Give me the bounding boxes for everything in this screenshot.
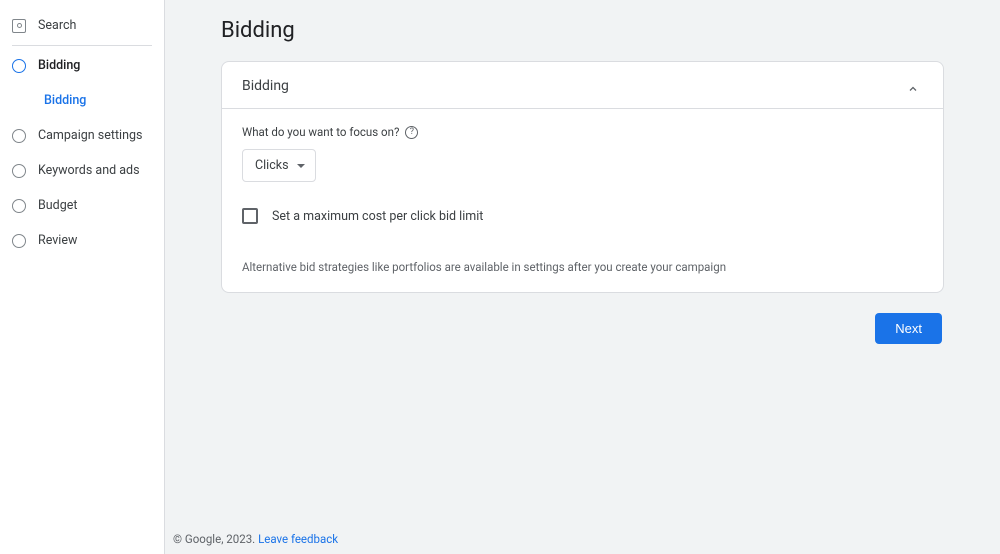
sidebar-item-review[interactable]: Review — [0, 223, 164, 258]
card-header-title: Bidding — [242, 78, 289, 94]
search-icon — [12, 19, 26, 33]
main-content: Bidding Bidding What do you want to focu… — [165, 0, 1000, 554]
sidebar: Search Bidding Bidding Campaign settings… — [0, 0, 165, 554]
page-title: Bidding — [221, 18, 944, 43]
sidebar-label-bidding: Bidding — [38, 58, 80, 73]
sidebar-label-keywords: Keywords and ads — [38, 163, 140, 178]
divider — [12, 45, 152, 46]
sidebar-subitem-bidding[interactable]: Bidding — [0, 83, 164, 118]
card-body: What do you want to focus on? ? Clicks S… — [222, 109, 943, 292]
sidebar-item-budget[interactable]: Budget — [0, 188, 164, 223]
info-text: Alternative bid strategies like portfoli… — [242, 260, 923, 274]
footer-copyright: © Google, 2023. — [173, 532, 255, 546]
sidebar-label-review: Review — [38, 233, 77, 248]
circle-icon — [12, 129, 26, 143]
help-icon[interactable]: ? — [405, 126, 418, 139]
sidebar-label-search: Search — [38, 18, 76, 33]
circle-icon — [12, 59, 26, 73]
sidebar-item-bidding[interactable]: Bidding — [0, 48, 164, 83]
circle-icon — [12, 164, 26, 178]
circle-icon — [12, 199, 26, 213]
next-button[interactable]: Next — [875, 313, 942, 344]
sidebar-item-keywords-ads[interactable]: Keywords and ads — [0, 153, 164, 188]
checkbox-label: Set a maximum cost per click bid limit — [272, 209, 483, 224]
chevron-up-icon — [907, 80, 919, 92]
sidebar-item-search[interactable]: Search — [0, 8, 164, 43]
focus-label-text: What do you want to focus on? — [242, 125, 399, 139]
leave-feedback-link[interactable]: Leave feedback — [258, 532, 338, 546]
card-header[interactable]: Bidding — [222, 62, 943, 109]
circle-icon — [12, 234, 26, 248]
max-cpc-checkbox[interactable] — [242, 208, 258, 224]
bidding-card: Bidding What do you want to focus on? ? … — [221, 61, 944, 293]
sidebar-sublabel-bidding: Bidding — [44, 93, 86, 108]
sidebar-label-campaign: Campaign settings — [38, 128, 142, 143]
focus-dropdown[interactable]: Clicks — [242, 149, 316, 182]
dropdown-arrow-icon — [297, 164, 305, 168]
sidebar-label-budget: Budget — [38, 198, 77, 213]
sidebar-item-campaign-settings[interactable]: Campaign settings — [0, 118, 164, 153]
footer: © Google, 2023. Leave feedback — [173, 532, 338, 546]
checkbox-row: Set a maximum cost per click bid limit — [242, 208, 923, 224]
dropdown-value: Clicks — [255, 158, 289, 173]
focus-label-row: What do you want to focus on? ? — [242, 125, 923, 139]
